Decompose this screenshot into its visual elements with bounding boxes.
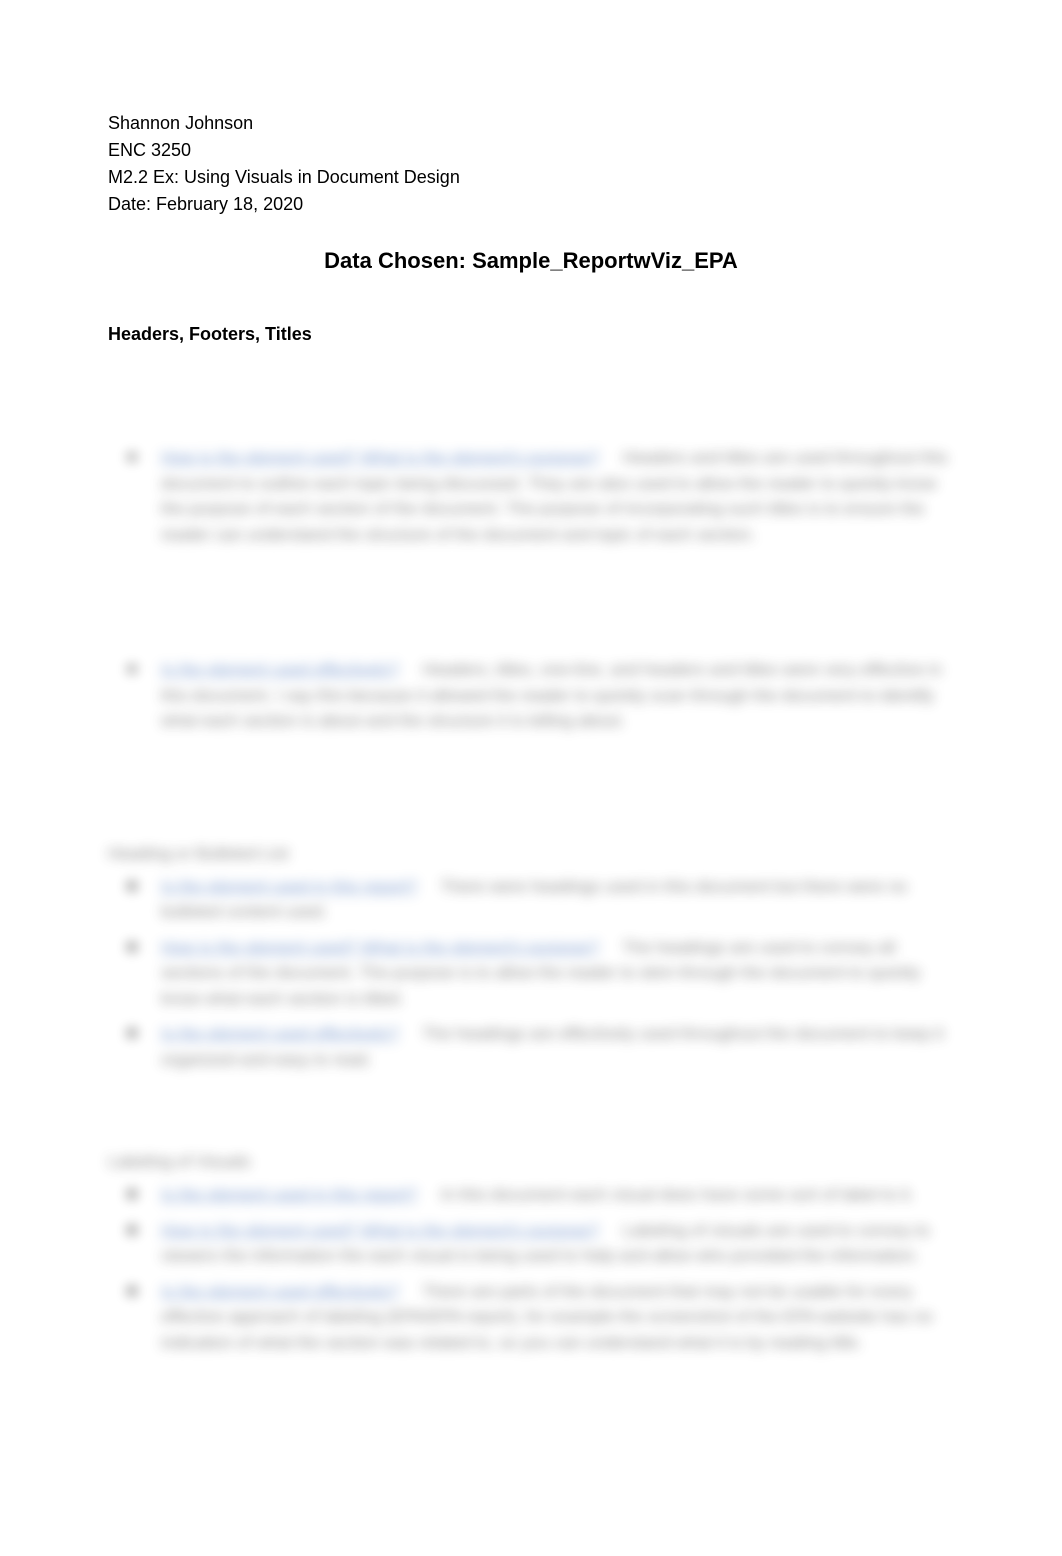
list-item: How is the element used? What is the ele… (108, 445, 954, 547)
list-item: Is the element used effectively? The hea… (108, 1021, 954, 1072)
question-text: How is the element used? What is the ele… (161, 938, 599, 957)
question-text: How is the element used? What is the ele… (161, 448, 599, 467)
section-heading-1: Headers, Footers, Titles (108, 324, 954, 345)
list-item: Is the element used in this report? Ther… (108, 874, 954, 925)
square-bullet-icon (128, 1226, 136, 1234)
list-item: How is the element used? What is the ele… (108, 1218, 954, 1269)
answer-text: In this document each visual does have s… (441, 1185, 914, 1204)
course-code: ENC 3250 (108, 137, 954, 164)
square-bullet-icon (128, 1029, 136, 1037)
square-bullet-icon (128, 1287, 136, 1295)
question-text: Is the element used in this report? (161, 877, 417, 896)
question-text: Is the element used in this report? (161, 1185, 417, 1204)
section-heading-2: Heading or Bulleted List (108, 844, 954, 864)
blurred-content: How is the element used? What is the ele… (108, 445, 954, 1355)
document-date: Date: February 18, 2020 (108, 191, 954, 218)
page-title: Data Chosen: Sample_ReportwViz_EPA (108, 248, 954, 274)
list-item: How is the element used? What is the ele… (108, 935, 954, 1012)
assignment-title: M2.2 Ex: Using Visuals in Document Desig… (108, 164, 954, 191)
question-text: Is the element used effectively? (161, 1024, 399, 1043)
document-header: Shannon Johnson ENC 3250 M2.2 Ex: Using … (108, 110, 954, 218)
bullet-icon (128, 665, 136, 673)
list-item: Is the element used in this report? In t… (108, 1182, 954, 1208)
list-item: Is the element used effectively? There a… (108, 1279, 954, 1356)
list-item: Is the element used effectively? Headers… (108, 657, 954, 734)
square-bullet-icon (128, 1190, 136, 1198)
section-heading-3: Labeling of Visuals (108, 1152, 954, 1172)
question-text: Is the element used effectively? (161, 1282, 399, 1301)
square-bullet-icon (128, 943, 136, 951)
question-text: Is the element used effectively? (161, 660, 399, 679)
bullet-icon (128, 453, 136, 461)
question-text: How is the element used? What is the ele… (161, 1221, 599, 1240)
square-bullet-icon (128, 882, 136, 890)
author-name: Shannon Johnson (108, 110, 954, 137)
